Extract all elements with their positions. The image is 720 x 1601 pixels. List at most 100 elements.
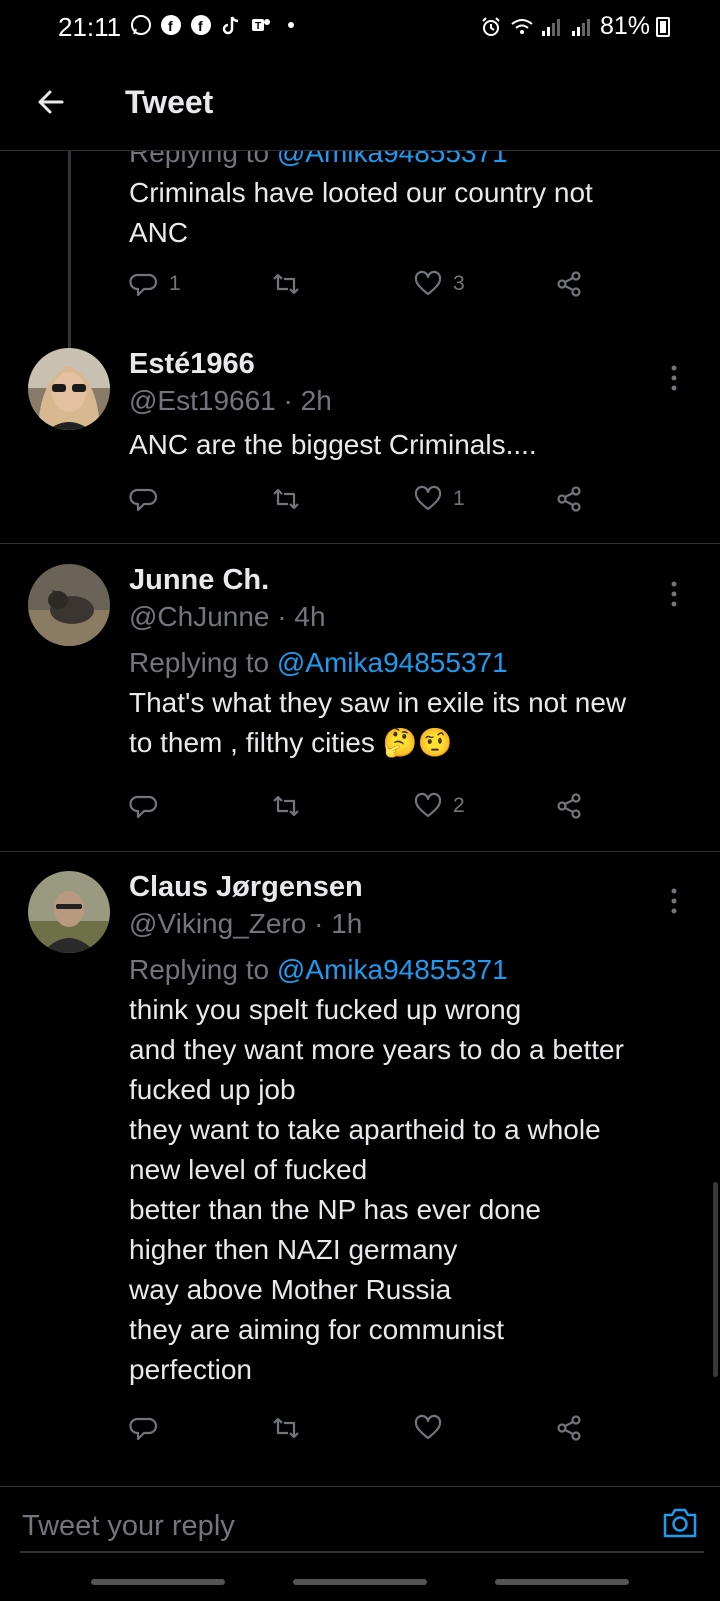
tweet-actions: 1 [129, 479, 609, 519]
avatar[interactable] [28, 348, 110, 430]
like-button[interactable]: 2 [413, 786, 465, 826]
display-name[interactable]: Esté1966 [129, 348, 690, 381]
reply-button[interactable] [129, 479, 169, 519]
mention-link[interactable]: @Amika94855371 [277, 954, 508, 985]
reply-button[interactable]: 1 [129, 264, 181, 304]
tweet-item[interactable]: Junne Ch. @ChJunne · 4h Replying to @Ami… [0, 564, 720, 854]
back-arrow-icon [38, 90, 64, 114]
status-bar: 21:11 f f T 81% [0, 0, 720, 56]
avatar[interactable] [28, 871, 110, 953]
heart-icon [414, 485, 442, 511]
reply-count: 1 [169, 272, 181, 295]
handle-time: @ChJunne · 4h [129, 601, 326, 632]
tiktok-icon [220, 14, 242, 36]
heart-icon [414, 1414, 442, 1440]
more-options-button[interactable] [664, 881, 684, 921]
reply-button[interactable] [129, 1408, 169, 1448]
like-button[interactable] [413, 1408, 453, 1448]
svg-text:T: T [255, 21, 261, 32]
divider [0, 851, 720, 852]
signal-icon [540, 16, 562, 38]
divider [0, 543, 720, 544]
like-button[interactable]: 1 [413, 479, 465, 519]
teams-icon: T [250, 14, 272, 36]
reply-icon [129, 273, 158, 297]
handle-time: @Viking_Zero · 1h [129, 908, 363, 939]
battery-icon [656, 17, 670, 37]
status-time: 21:11 [58, 12, 122, 42]
share-button[interactable] [554, 264, 584, 304]
reply-icon [129, 795, 158, 819]
share-icon [557, 793, 581, 819]
share-icon [557, 1415, 581, 1441]
retweet-button[interactable] [270, 1408, 312, 1448]
nav-home[interactable] [293, 1579, 427, 1585]
handle-time: @Est19661 · 2h [129, 385, 332, 416]
like-count: 1 [453, 487, 465, 510]
wifi-icon [510, 16, 533, 38]
more-vertical-icon [671, 888, 677, 914]
facebook-icon: f [160, 14, 182, 36]
mention-link[interactable]: @Amika94855371 [277, 151, 508, 168]
system-nav-bar [0, 1579, 720, 1587]
scrollbar[interactable] [713, 1182, 718, 1377]
share-button[interactable] [554, 786, 584, 826]
camera-icon [663, 1508, 697, 1538]
page-title: Tweet [125, 84, 214, 120]
back-button[interactable] [28, 78, 76, 126]
tweet-text: Criminals have looted our country not AN… [129, 177, 593, 248]
share-button[interactable] [554, 1408, 584, 1448]
reply-button[interactable] [129, 786, 169, 826]
more-vertical-icon [671, 365, 677, 391]
display-name[interactable]: Junne Ch. [129, 564, 690, 597]
svg-text:f: f [198, 18, 203, 34]
notification-icons: f f T [130, 14, 302, 36]
replying-to: Replying to @Amika94855371 [129, 954, 508, 985]
display-name[interactable]: Claus Jørgensen [129, 871, 690, 904]
heart-icon [414, 270, 442, 296]
facebook-icon: f [190, 14, 212, 36]
retweet-button[interactable] [270, 264, 312, 304]
avatar[interactable] [28, 564, 110, 646]
retweet-icon [273, 273, 299, 295]
dot-icon [280, 14, 302, 36]
tweet-actions: 2 [129, 786, 609, 826]
tweet-item[interactable]: Replying to @Amika94855371 Criminals hav… [0, 151, 720, 347]
retweet-icon [273, 1417, 299, 1439]
avatar-image [28, 564, 110, 646]
more-options-button[interactable] [664, 358, 684, 398]
reply-composer [0, 1486, 720, 1601]
like-count: 2 [453, 794, 465, 817]
retweet-button[interactable] [270, 786, 312, 826]
alarm-icon [480, 16, 502, 38]
heart-icon [414, 792, 442, 818]
tweet-text: That's what they saw in exile its not ne… [129, 687, 627, 758]
replying-to: Replying to @Amika94855371 [129, 647, 508, 678]
share-button[interactable] [554, 479, 584, 519]
like-count: 3 [453, 272, 465, 295]
retweet-icon [273, 795, 299, 817]
like-button[interactable]: 3 [413, 264, 465, 304]
more-options-button[interactable] [664, 574, 684, 614]
tweet-actions [129, 1408, 609, 1448]
whatsapp-icon [130, 14, 152, 36]
tweet-text: ANC are the biggest Criminals.... [129, 429, 537, 460]
top-app-bar: Tweet [0, 56, 720, 151]
retweet-icon [273, 488, 299, 510]
system-icons: 81% [480, 12, 650, 41]
mention-link[interactable]: @Amika94855371 [277, 647, 508, 678]
reply-icon [129, 1417, 158, 1441]
svg-text:f: f [168, 18, 173, 34]
tweet-text: think you spelt fucked up wrong and they… [129, 994, 624, 1385]
battery-percent: 81% [599, 12, 650, 40]
tweet-feed[interactable]: Replying to @Amika94855371 Criminals hav… [0, 151, 720, 1486]
tweet-item[interactable]: Claus Jørgensen @Viking_Zero · 1h Replyi… [0, 871, 720, 1471]
camera-button[interactable] [660, 1503, 700, 1543]
nav-recents[interactable] [91, 1579, 225, 1585]
more-vertical-icon [671, 581, 677, 607]
signal-icon [570, 16, 592, 38]
nav-back[interactable] [495, 1579, 629, 1585]
reply-input[interactable] [20, 1501, 704, 1553]
reply-icon [129, 488, 158, 512]
retweet-button[interactable] [270, 479, 312, 519]
